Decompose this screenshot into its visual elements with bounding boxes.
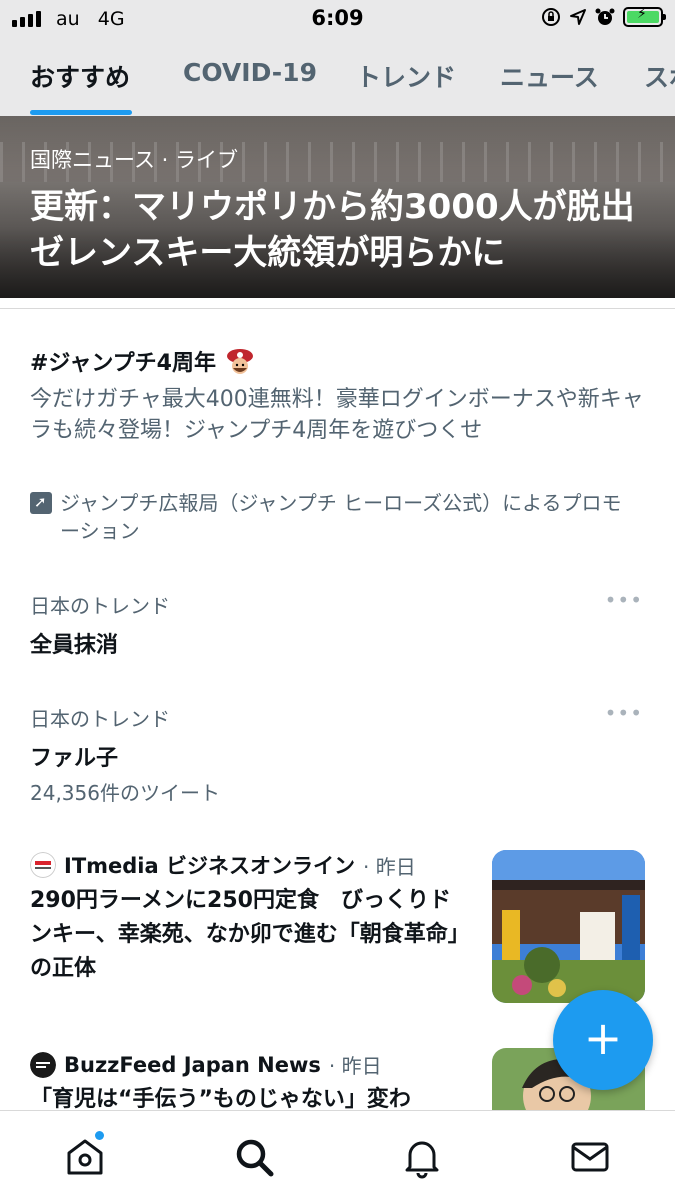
bottom-navigation — [0, 1110, 675, 1200]
news-thumbnail[interactable] — [492, 850, 645, 1003]
hero-title: 更新：マリウポリから約3000人が脱出 ゼレンスキー大統領が明らかに — [30, 187, 635, 273]
news-headline[interactable]: 290円ラーメンに250円定食 びっくりドンキー、幸楽苑、なか卯で進む「朝食革命… — [30, 884, 470, 986]
trend-tweet-count: 24,356件のツイート — [30, 781, 220, 805]
news-time: · 昨日 — [328, 1054, 382, 1078]
search-icon[interactable] — [232, 1135, 276, 1179]
promoted-icon — [30, 492, 52, 514]
tab-news[interactable]: ニュース — [500, 58, 599, 94]
news-source-name: BuzzFeed Japan News — [64, 1052, 321, 1077]
trend-category: 日本のトレンド — [30, 707, 170, 731]
trend-category: 日本のトレンド — [30, 594, 170, 618]
active-tab-indicator — [30, 110, 132, 115]
restaurant-photo — [492, 850, 645, 1003]
tab-trends[interactable]: トレンド — [356, 58, 456, 94]
itmedia-logo-icon — [30, 852, 56, 878]
explore-tabs: おすすめ COVID-19 トレンド ニュース スポ — [0, 44, 675, 116]
pirate-emoji-icon — [226, 349, 253, 374]
promoted-trend[interactable]: #ジャンプチ4周年 — [30, 345, 256, 377]
promoted-description: 今だけガチャ最大400連無料！豪華ログインボーナスや新キャラも続々登場！ジャンプ… — [30, 387, 644, 443]
promoted-by-label: ジャンプチ広報局（ジャンプチ ヒーローズ公式）によるプロモーション — [60, 491, 622, 543]
compose-tweet-button[interactable]: + — [553, 990, 653, 1090]
hero-source: 国際ニュース · ライブ — [30, 148, 238, 172]
promoted-by[interactable]: ジャンプチ広報局（ジャンプチ ヒーローズ公式）によるプロモーション — [30, 489, 640, 545]
tab-sports[interactable]: スポ — [644, 58, 675, 94]
mail-icon[interactable] — [568, 1135, 612, 1179]
top-bar: au 4G 6:09 ⚡ おすすめ COVID-19 トレンド ニュース ス — [0, 0, 675, 116]
promoted-hashtag: #ジャンプチ4周年 — [30, 351, 216, 376]
notification-dot — [95, 1131, 104, 1140]
trend-name[interactable]: 全員抹消 — [30, 627, 118, 659]
tab-covid19[interactable]: COVID-19 — [183, 58, 317, 87]
home-icon[interactable] — [63, 1135, 107, 1179]
tab-recommended[interactable]: おすすめ — [30, 58, 130, 94]
alarm-icon — [595, 8, 615, 25]
status-bar: au 4G 6:09 ⚡ — [0, 0, 675, 40]
bell-icon[interactable] — [400, 1135, 444, 1179]
orientation-lock-icon — [542, 8, 560, 26]
plus-icon: + — [583, 1011, 623, 1065]
trend-name[interactable]: ファル子 — [30, 740, 118, 772]
news-source: BuzzFeed Japan News · 昨日 — [30, 1050, 382, 1079]
news-source-name: ITmedia ビジネスオンライン — [64, 854, 355, 878]
news-source: ITmedia ビジネスオンライン · 昨日 — [30, 850, 416, 880]
news-headline[interactable]: 「育児は“手伝う”ものじゃない」変わ — [30, 1083, 475, 1111]
more-options-icon[interactable]: ••• — [605, 588, 643, 612]
more-options-icon[interactable]: ••• — [605, 701, 643, 725]
battery-icon: ⚡ — [623, 6, 666, 27]
buzzfeed-logo-icon — [30, 1051, 56, 1078]
news-time: · 昨日 — [362, 854, 416, 879]
hero-news-card[interactable]: 国際ニュース · ライブ 更新：マリウポリから約3000人が脱出 ゼレンスキー大… — [0, 116, 675, 298]
location-icon — [570, 9, 586, 25]
section-divider — [0, 308, 675, 309]
